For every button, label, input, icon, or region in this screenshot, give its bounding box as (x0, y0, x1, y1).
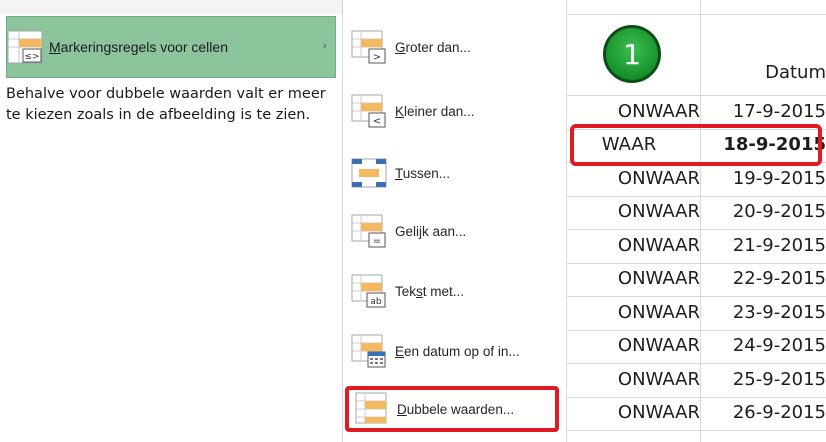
svg-text:ab: ab (370, 297, 382, 307)
table-cell-b[interactable]: 23-9-2015 (706, 302, 826, 323)
highlight-rules-submenu: > Groter dan... < Kleiner dan... Tussen.… (343, 0, 565, 442)
equal-to-label: Gelijk aan... (395, 223, 467, 239)
duplicate-values-item[interactable]: Dubbele waarden... (345, 386, 559, 432)
table-cell-b[interactable]: 24-9-2015 (706, 335, 826, 356)
column-gridline (566, 0, 567, 442)
submenu-arrow-icon: › (322, 39, 327, 52)
svg-text:>: > (373, 52, 381, 63)
table-cell-b[interactable]: 26-9-2015 (706, 402, 826, 423)
text-contains-label: Tekst met... (395, 283, 465, 299)
less-than-icon: < (351, 94, 387, 128)
row-gridline (566, 196, 826, 197)
step-number-badge: 1 (603, 25, 661, 83)
table-cell-b[interactable]: 22-9-2015 (706, 268, 826, 289)
svg-text:=: = (373, 236, 381, 247)
date-occurring-item[interactable]: Een datum op of in... (351, 326, 557, 376)
description-text: Behalve voor dubbele waarden valt er mee… (6, 86, 326, 123)
table-cell-a[interactable]: ONWAAR (576, 168, 700, 189)
table-cell-a[interactable]: ONWAAR (576, 402, 700, 423)
highlight-cells-rules-label: Markeringsregels voor cellen (49, 39, 228, 55)
text-contains-item[interactable]: ab Tekst met... (351, 266, 557, 316)
date-column-header: Datum (765, 62, 826, 83)
row-gridline (566, 229, 826, 230)
svg-text:≤>: ≤> (24, 52, 39, 62)
greater-than-label: Groter dan... (395, 39, 471, 55)
equal-to-icon: = (351, 214, 387, 248)
row-gridline (566, 397, 826, 398)
menu-top-strip (0, 0, 342, 14)
spreadsheet-area: 1 Datum ONWAAR 17-9-2015 WAAR 18-9-2015 … (566, 0, 826, 442)
table-cell-b[interactable]: 17-9-2015 (706, 101, 826, 122)
row-gridline (566, 263, 826, 264)
table-cell-b[interactable]: 21-9-2015 (706, 235, 826, 256)
row-gridline (566, 14, 826, 15)
duplicate-values-label: Dubbele waarden... (397, 401, 515, 417)
greater-than-icon: > (351, 30, 387, 64)
less-than-label: Kleiner dan... (395, 103, 475, 119)
row-gridline (566, 330, 826, 331)
table-cell-a[interactable]: ONWAAR (576, 335, 700, 356)
conditional-format-menu: ≤> Markeringsregels voor cellen › Behalv… (0, 0, 342, 442)
text-contains-icon: ab (351, 274, 387, 308)
table-cell-b[interactable]: 19-9-2015 (706, 168, 826, 189)
row-gridline (566, 95, 826, 96)
duplicate-row-outline (570, 124, 822, 166)
table-cell-a[interactable]: ONWAAR (576, 302, 700, 323)
duplicate-values-icon (353, 392, 389, 426)
highlight-cells-rules-item[interactable]: ≤> Markeringsregels voor cellen › (6, 16, 336, 78)
equal-to-item[interactable]: = Gelijk aan... (351, 206, 557, 256)
date-occurring-icon (351, 334, 387, 368)
table-cell-a[interactable]: ONWAAR (576, 101, 700, 122)
table-cell-a[interactable]: ONWAAR (576, 201, 700, 222)
between-icon (351, 156, 387, 190)
date-occurring-label: Een datum op of in... (395, 343, 520, 359)
svg-text:<: < (373, 116, 381, 127)
row-gridline (566, 430, 826, 431)
table-cell-a[interactable]: ONWAAR (576, 369, 700, 390)
row-gridline (566, 363, 826, 364)
table-cell-b[interactable]: 25-9-2015 (706, 369, 826, 390)
highlight-cells-rules-icon: ≤> (7, 30, 43, 64)
column-gridline (700, 0, 701, 442)
between-item[interactable]: Tussen... (351, 148, 557, 198)
table-cell-b[interactable]: 20-9-2015 (706, 201, 826, 222)
greater-than-item[interactable]: > Groter dan... (351, 22, 557, 72)
row-gridline (566, 296, 826, 297)
less-than-item[interactable]: < Kleiner dan... (351, 86, 557, 136)
table-cell-a[interactable]: ONWAAR (576, 268, 700, 289)
table-cell-a[interactable]: ONWAAR (576, 235, 700, 256)
between-label: Tussen... (395, 165, 451, 181)
